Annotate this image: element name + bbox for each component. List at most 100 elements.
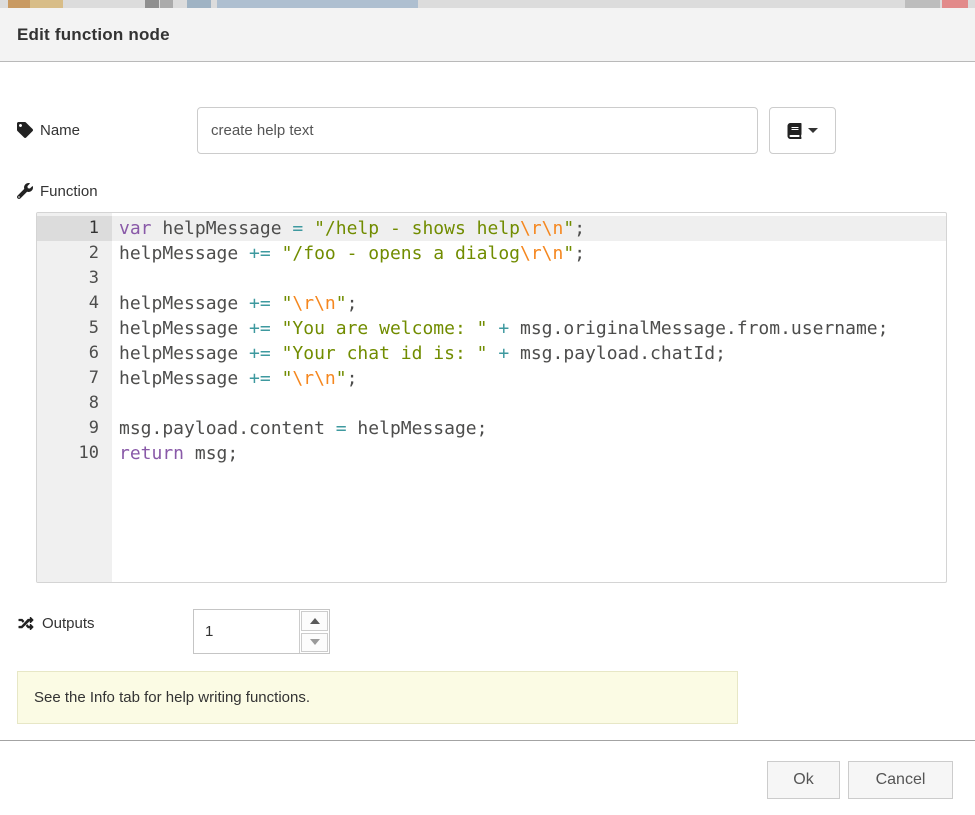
caret-down-icon	[808, 128, 818, 133]
editor-backdrop	[0, 0, 975, 8]
code-token: +=	[249, 343, 271, 364]
code-token: +	[498, 343, 509, 364]
code-token: helpMessage	[152, 218, 293, 239]
backdrop-fragment	[942, 0, 968, 8]
line-number: 7	[37, 366, 112, 391]
code-token: \r\n	[292, 293, 335, 314]
code-line	[112, 391, 946, 416]
name-input[interactable]	[197, 107, 758, 154]
code-token: msg.payload.chatId;	[509, 343, 726, 364]
function-label: Function	[17, 181, 98, 201]
code-token: ;	[347, 293, 358, 314]
code-token: ;	[574, 243, 585, 264]
spinner-up-button[interactable]	[301, 611, 328, 631]
screen: Edit function node Name Function 1234567…	[0, 0, 975, 815]
library-button[interactable]	[769, 107, 836, 154]
line-number: 8	[37, 391, 112, 416]
code-token: helpMessage;	[347, 418, 488, 439]
shuffle-icon	[17, 616, 35, 631]
code-token	[271, 243, 282, 264]
code-line: helpMessage += "Your chat id is: " + msg…	[112, 341, 946, 366]
code-token: msg.payload.content	[119, 418, 336, 439]
code-token: "	[563, 243, 574, 264]
function-label-text: Function	[40, 183, 98, 200]
tag-icon	[17, 122, 33, 138]
code-line: var helpMessage = "/help - shows help\r\…	[112, 216, 946, 241]
name-label-text: Name	[40, 122, 80, 139]
code-token: helpMessage	[119, 343, 249, 364]
outputs-label: Outputs	[17, 613, 95, 633]
code-token: "	[282, 368, 293, 389]
code-token: ;	[574, 218, 585, 239]
editor-code: var helpMessage = "/help - shows help\r\…	[112, 213, 946, 582]
code-token: helpMessage	[119, 243, 249, 264]
spinner-down-button[interactable]	[301, 633, 328, 653]
code-token: \r\n	[520, 218, 563, 239]
code-token: "	[336, 368, 347, 389]
code-token: "/help - shows help	[314, 218, 520, 239]
book-icon	[787, 123, 802, 139]
code-line: helpMessage += "/foo - opens a dialog\r\…	[112, 241, 946, 266]
form-tip-text: See the Info tab for help writing functi…	[34, 689, 310, 706]
code-token	[271, 293, 282, 314]
code-token: "/foo - opens a dialog	[282, 243, 520, 264]
code-line: helpMessage += "\r\n";	[112, 366, 946, 391]
code-token: helpMessage	[119, 293, 249, 314]
code-line: helpMessage += "You are welcome: " + msg…	[112, 316, 946, 341]
dialog-header: Edit function node	[0, 8, 975, 62]
cancel-button[interactable]: Cancel	[848, 761, 953, 799]
dialog-title: Edit function node	[17, 25, 170, 45]
code-token	[271, 343, 282, 364]
code-token: +=	[249, 243, 271, 264]
backdrop-fragment	[145, 0, 159, 8]
line-number: 10	[37, 441, 112, 466]
code-token: "You are welcome: "	[282, 318, 488, 339]
editor-gutter: 12345678910	[37, 213, 112, 582]
backdrop-fragment	[905, 0, 940, 8]
code-line: return msg;	[112, 441, 946, 466]
spinner-buttons	[299, 610, 329, 653]
code-token: =	[292, 218, 303, 239]
outputs-label-text: Outputs	[42, 615, 95, 632]
wrench-icon	[17, 183, 33, 199]
code-token	[271, 368, 282, 389]
code-token: helpMessage	[119, 318, 249, 339]
backdrop-fragment	[8, 0, 30, 8]
edit-function-dialog: Edit function node Name Function 1234567…	[0, 8, 975, 815]
code-token: +=	[249, 318, 271, 339]
code-line: helpMessage += "\r\n";	[112, 291, 946, 316]
outputs-input[interactable]	[194, 610, 299, 653]
arrow-up-icon	[310, 618, 320, 624]
code-token: \r\n	[520, 243, 563, 264]
backdrop-fragment	[187, 0, 211, 8]
function-code-editor[interactable]: 12345678910 var helpMessage = "/help - s…	[36, 212, 947, 583]
backdrop-fragment	[217, 0, 418, 8]
code-token: "Your chat id is: "	[282, 343, 488, 364]
code-token: =	[336, 418, 347, 439]
arrow-down-icon	[310, 639, 320, 645]
code-token: +=	[249, 293, 271, 314]
form-tip: See the Info tab for help writing functi…	[17, 671, 738, 724]
code-token: msg.originalMessage.from.username;	[509, 318, 888, 339]
code-token	[303, 218, 314, 239]
line-number: 5	[37, 316, 112, 341]
code-token: "	[282, 293, 293, 314]
code-token: msg;	[184, 443, 238, 464]
line-number: 1	[37, 216, 112, 241]
code-token: "	[336, 293, 347, 314]
backdrop-fragment	[30, 0, 63, 8]
code-token: \r\n	[292, 368, 335, 389]
line-number: 2	[37, 241, 112, 266]
name-label: Name	[17, 120, 80, 140]
outputs-spinner	[193, 609, 330, 654]
code-token: helpMessage	[119, 368, 249, 389]
line-number: 6	[37, 341, 112, 366]
code-token: return	[119, 443, 184, 464]
code-token: +	[498, 318, 509, 339]
code-token: ;	[347, 368, 358, 389]
code-line: msg.payload.content = helpMessage;	[112, 416, 946, 441]
code-token	[271, 318, 282, 339]
line-number: 3	[37, 266, 112, 291]
ok-button[interactable]: Ok	[767, 761, 840, 799]
code-token: "	[563, 218, 574, 239]
